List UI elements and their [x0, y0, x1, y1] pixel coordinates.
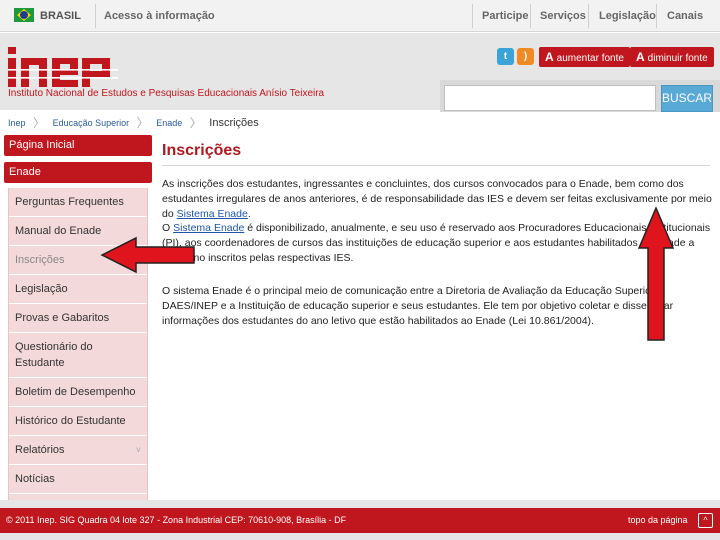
gov-link-servicos[interactable]: Serviços — [540, 10, 586, 22]
sidebar-item-legislacao[interactable]: Legislação — [9, 275, 147, 304]
search-input[interactable] — [444, 85, 656, 111]
left-arrow-annotation-icon — [100, 236, 195, 274]
institute-name: Instituto Nacional de Estudos e Pesquisa… — [8, 88, 325, 99]
font-decrease-glyph: A — [636, 50, 645, 64]
breadcrumb-chevron-icon: 〉 — [136, 116, 149, 130]
decrease-font-label: diminuir fonte — [647, 53, 708, 64]
gov-link-legislacao[interactable]: Legislação — [599, 10, 656, 22]
chevron-down-icon: ˅ — [135, 445, 141, 455]
gov-link-participe[interactable]: Participe — [482, 10, 528, 22]
sidebar-home-link[interactable]: Página Inicial — [4, 135, 152, 156]
font-increase-glyph: A — [545, 50, 554, 64]
back-to-top-link[interactable]: topo da página — [628, 508, 688, 533]
sidebar-item-boletim-de-desempenho[interactable]: Boletim de Desempenho — [9, 378, 147, 407]
breadcrumb-current: Inscrições — [209, 116, 259, 129]
sistema-enade-link-1[interactable]: Sistema Enade — [177, 208, 248, 220]
search-button[interactable]: BUSCAR — [661, 85, 713, 112]
inep-logo[interactable] — [8, 47, 118, 87]
increase-font-button[interactable]: Aaumentar fonte — [539, 47, 630, 67]
breadcrumb-educacao-superior[interactable]: Educação Superior — [53, 118, 130, 128]
decrease-font-button[interactable]: Adiminuir fonte — [630, 47, 714, 67]
title-divider — [162, 165, 710, 166]
brasil-link[interactable]: BRASIL — [40, 10, 81, 22]
twitter-icon[interactable]: t — [497, 48, 514, 65]
up-arrow-annotation-icon — [637, 206, 675, 341]
sidebar-item-historico-do-estudante[interactable]: Histórico do Estudante — [9, 407, 147, 436]
paragraph-2-start: O — [162, 222, 174, 234]
paragraph-1: As inscrições dos estudantes, ingressant… — [162, 177, 712, 222]
breadcrumb: Inep 〉 Educação Superior 〉 Enade 〉 Inscr… — [8, 114, 259, 130]
footer-spacer — [0, 500, 720, 508]
sidebar-item-provas-e-gabaritos[interactable]: Provas e Gabaritos — [9, 304, 147, 333]
increase-font-label: aumentar fonte — [556, 53, 624, 64]
breadcrumb-enade[interactable]: Enade — [156, 118, 182, 128]
paragraph-3: O sistema Enade é o principal meio de co… — [162, 285, 674, 327]
bottom-strip — [0, 533, 720, 540]
paragraph-2-text: é disponibilizado, anualmente, e seu uso… — [162, 222, 711, 264]
footer-copyright: © 2011 Inep. SIG Quadra 04 lote 327 - Zo… — [6, 515, 347, 525]
paragraph-2: O Sistema Enade é disponibilizado, anual… — [162, 221, 712, 266]
sistema-enade-link-2[interactable]: Sistema Enade — [173, 222, 244, 234]
sidebar-section-enade[interactable]: Enade — [4, 162, 152, 183]
sidebar-item-relatorios-label: Relatórios — [15, 444, 65, 456]
sidebar-item-noticias[interactable]: Notícias — [9, 465, 147, 494]
gov-link-canais[interactable]: Canais — [667, 10, 703, 22]
sidebar-item-questionario-do-estudante[interactable]: Questionário do Estudante — [9, 333, 147, 378]
sidebar-item-perguntas-frequentes[interactable]: Perguntas Frequentes — [9, 188, 147, 217]
breadcrumb-chevron-icon: 〉 — [33, 116, 46, 130]
breadcrumb-inep[interactable]: Inep — [8, 118, 26, 128]
brazil-flag-icon — [14, 8, 34, 22]
government-bar: BRASIL Acesso à informação Participe Ser… — [0, 0, 720, 32]
paragraph-1-end: . — [247, 208, 251, 220]
chevron-up-icon[interactable]: ^ — [698, 513, 713, 528]
access-information-link[interactable]: Acesso à informação — [104, 10, 215, 22]
page-title: Inscrições — [162, 142, 242, 159]
rss-icon[interactable]: ) — [517, 48, 534, 65]
sidebar-item-relatorios[interactable]: Relatórios ˅ — [9, 436, 147, 465]
breadcrumb-chevron-icon: 〉 — [189, 116, 202, 130]
site-footer: © 2011 Inep. SIG Quadra 04 lote 327 - Zo… — [0, 508, 720, 533]
